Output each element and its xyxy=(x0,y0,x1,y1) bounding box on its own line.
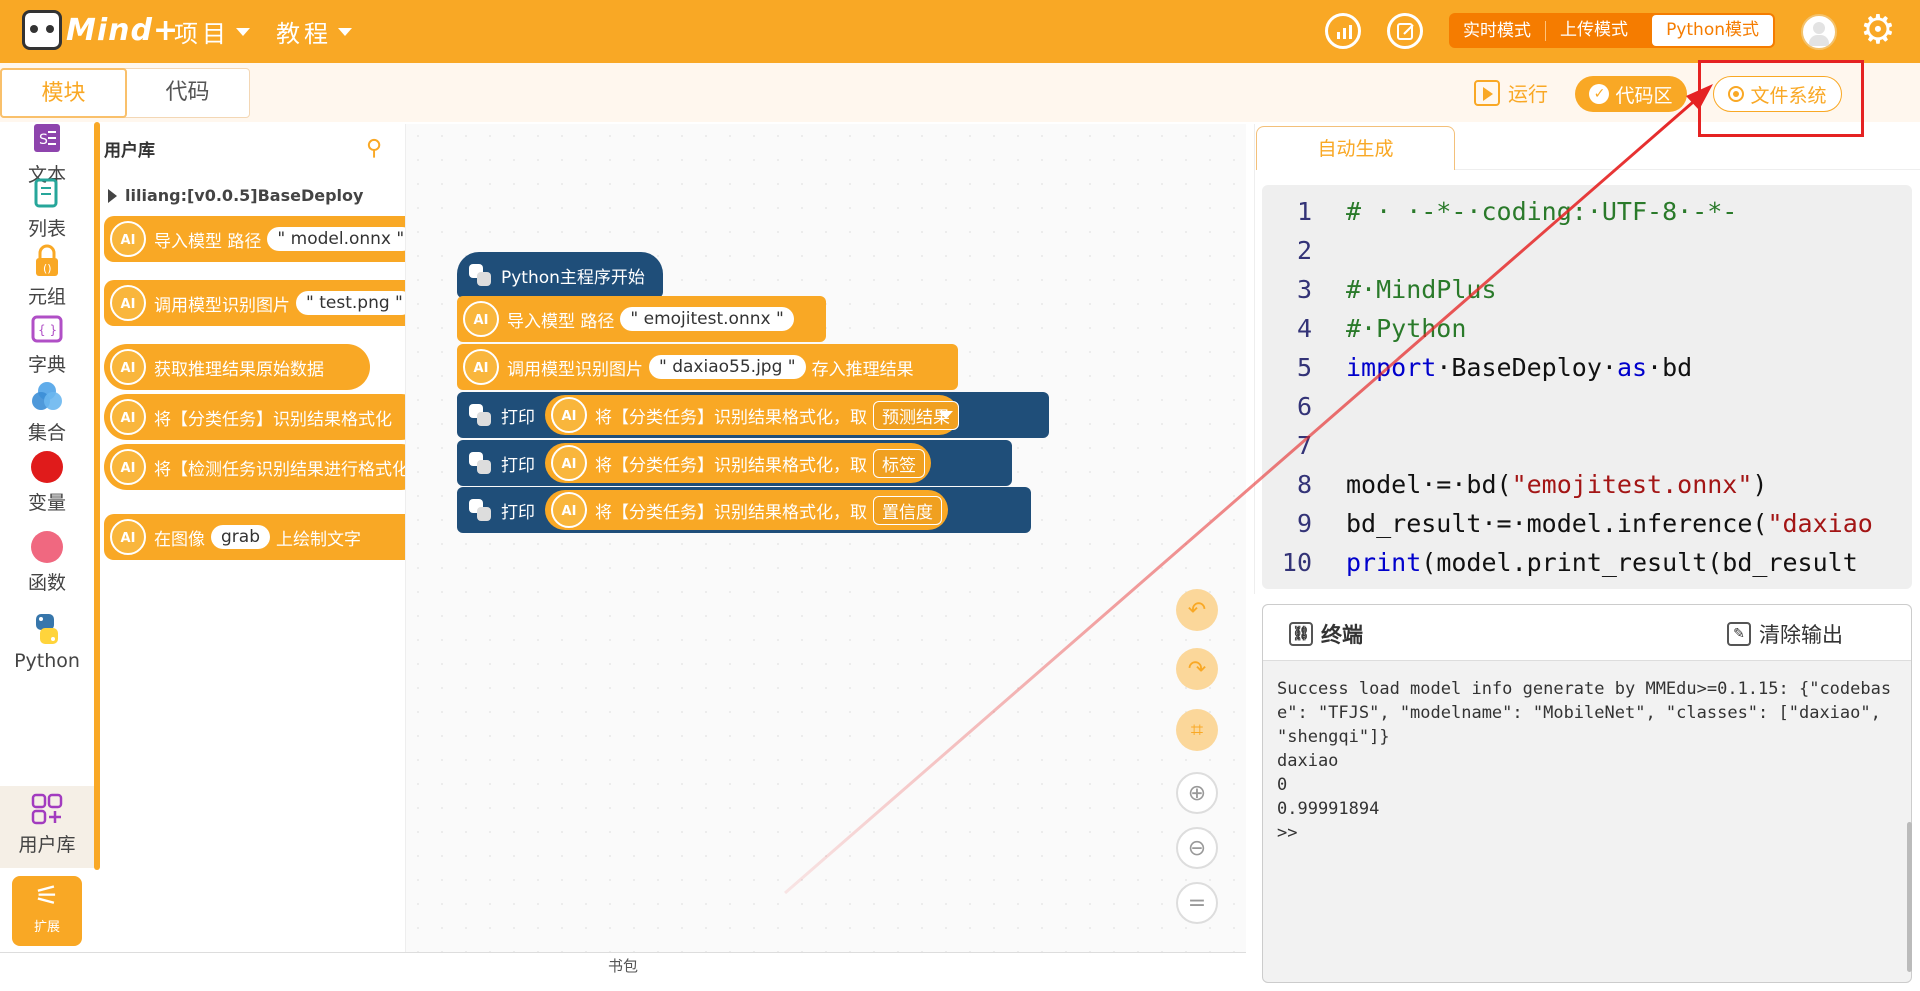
annotation-arrow xyxy=(784,84,1713,895)
